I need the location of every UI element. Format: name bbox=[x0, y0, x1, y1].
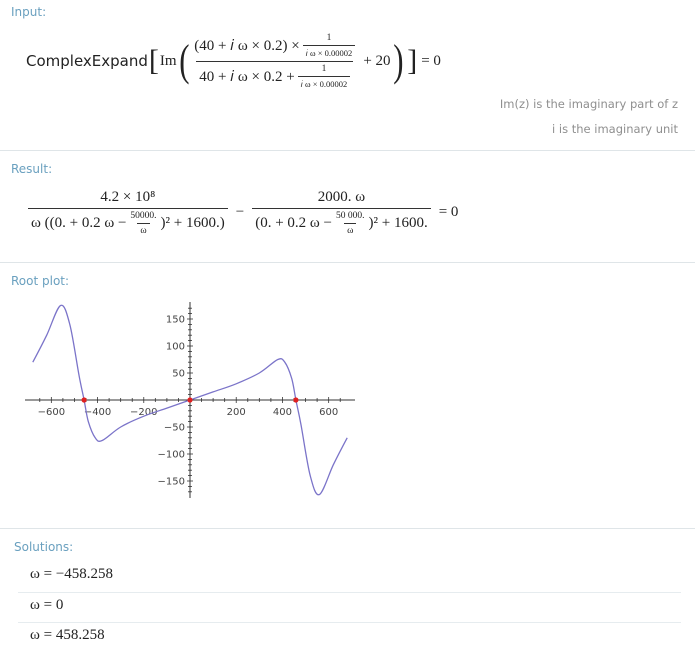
y-tick-label: 100 bbox=[166, 342, 185, 353]
root-point bbox=[293, 397, 299, 403]
input-main-fraction: (40 + 𝑖 ω × 0.2) × 1 𝑖 ω × 0.00002 40 + … bbox=[191, 33, 358, 90]
y-tick-label: 50 bbox=[172, 369, 185, 380]
result-pod-title: Result: bbox=[11, 162, 53, 176]
x-tick-label: 400 bbox=[273, 407, 292, 418]
divider bbox=[0, 262, 695, 263]
solution-item: ω = 458.258 bbox=[30, 627, 105, 643]
root-plot-pod-title: Root plot: bbox=[11, 274, 70, 288]
im-note: Im(z) is the imaginary part of z bbox=[499, 97, 678, 111]
result-expression: 4.2 × 10⁸ ω ((0. + 0.2 ω − 50000. ω )² +… bbox=[28, 186, 458, 238]
root-plot-chart: −600 −400 −200 200 400 600 15010050−50−100−15… bbox=[25, 302, 355, 498]
root-point bbox=[81, 397, 87, 403]
complexexpand-function: ComplexExpand bbox=[26, 52, 148, 70]
root-point bbox=[187, 397, 193, 403]
input-expression: ComplexExpand [ Im ( (40 + 𝑖 ω × 0.2) × … bbox=[26, 32, 441, 90]
y-tick-label: −50 bbox=[164, 423, 185, 434]
result-term-1: 4.2 × 10⁸ ω ((0. + 0.2 ω − 50000. ω )² +… bbox=[28, 189, 228, 236]
solution-item: ω = −458.258 bbox=[30, 566, 114, 582]
solution-item: ω = 0 bbox=[30, 597, 64, 613]
y-tick-label: −100 bbox=[158, 450, 185, 461]
divider bbox=[0, 150, 695, 151]
im-function: Im bbox=[159, 52, 177, 69]
x-tick-label: −600 bbox=[38, 407, 65, 418]
divider bbox=[0, 528, 695, 529]
solutions-pod-title: Solutions: bbox=[14, 540, 74, 554]
y-tick-label: −150 bbox=[158, 477, 185, 488]
solution-divider bbox=[18, 592, 681, 593]
y-tick-label: 150 bbox=[166, 315, 185, 326]
x-tick-label: 600 bbox=[319, 407, 338, 418]
solution-divider bbox=[18, 622, 681, 623]
x-tick-label: −400 bbox=[84, 407, 111, 418]
result-term-2: 2000. ω (0. + 0.2 ω − 50 000. ω )² + 160… bbox=[252, 189, 431, 236]
x-tick-label: 200 bbox=[227, 407, 246, 418]
imaginary-unit-note: i is the imaginary unit bbox=[552, 122, 678, 136]
input-pod-title: Input: bbox=[11, 5, 47, 19]
